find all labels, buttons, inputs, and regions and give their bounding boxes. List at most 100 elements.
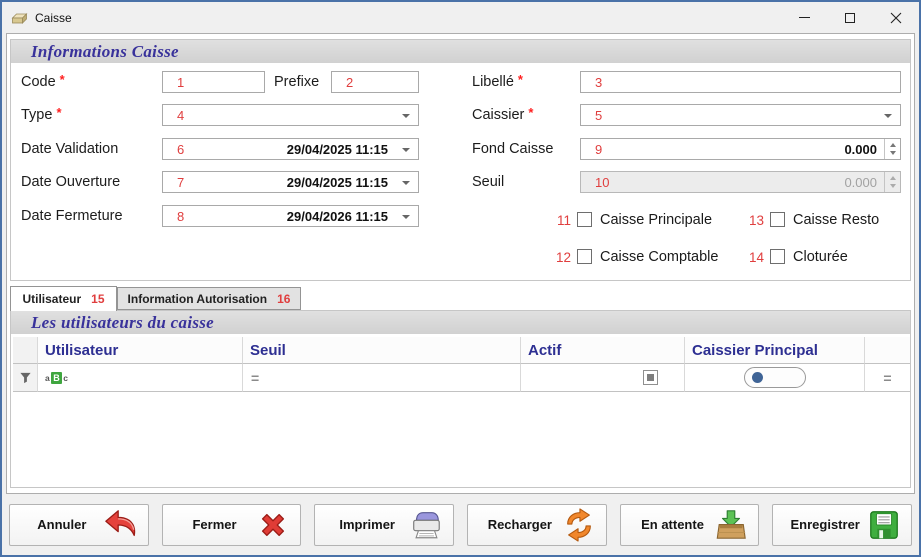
filter-seuil-cell[interactable]: = [243, 364, 521, 392]
code-label: Code* [21, 74, 65, 90]
save-disk-icon [867, 508, 901, 542]
filter-caissier-principal-cell[interactable] [685, 364, 865, 392]
window-title: Caisse [35, 11, 72, 25]
printer-icon [409, 508, 443, 542]
checkbox-num: 14 [740, 250, 764, 265]
users-section: Les utilisateurs du caisse Utilisateur S… [10, 310, 911, 488]
chevron-down-icon [884, 114, 892, 118]
code-input[interactable] [163, 72, 264, 92]
date-ouverture-field[interactable]: 7 29/04/2025 11:15 [162, 171, 419, 193]
seuil-field: 10 0.000 [580, 171, 901, 193]
row-indicator-header [13, 337, 38, 364]
en-attente-button[interactable]: En attente [620, 504, 760, 546]
info-section-title: Informations Caisse [11, 40, 910, 63]
minimize-button[interactable] [781, 2, 827, 33]
equals-filter-icon: = [243, 370, 259, 386]
required-asterisk: * [518, 72, 523, 87]
window-controls [781, 2, 919, 33]
fond-caisse-field[interactable]: 9 0.000 [580, 138, 901, 160]
fond-caisse-label: Fond Caisse [472, 141, 553, 157]
type-label: Type* [21, 107, 62, 123]
table-filter-row: a B c = = [13, 364, 910, 392]
date-fermeture-label: Date Fermeture [21, 208, 123, 224]
tab-utilisateur[interactable]: Utilisateur 15 [10, 286, 117, 311]
spinner-control [884, 172, 900, 192]
filter-actif-cell[interactable] [521, 364, 685, 392]
prefixe-field[interactable] [331, 71, 419, 93]
cloturee-label: Cloturée [793, 249, 848, 265]
required-asterisk: * [528, 105, 533, 120]
date-validation-label: Date Validation [21, 141, 118, 157]
code-field[interactable] [162, 71, 265, 93]
libelle-input[interactable] [581, 72, 900, 92]
filter-extra-cell[interactable]: = [865, 364, 910, 392]
checkbox-num: 13 [740, 213, 764, 228]
chevron-down-icon [402, 148, 410, 152]
prefixe-input[interactable] [332, 72, 418, 92]
caissier-label: Caissier* [472, 107, 533, 123]
indeterminate-checkbox-icon[interactable] [643, 370, 658, 385]
spin-down-icon [890, 151, 896, 155]
tab-information-autorisation[interactable]: Information Autorisation 16 [117, 287, 301, 310]
close-icon [890, 12, 902, 24]
chevron-down-icon [402, 114, 410, 118]
maximize-button[interactable] [827, 2, 873, 33]
maximize-icon [845, 13, 855, 23]
caisse-comptable-label: Caisse Comptable [600, 249, 718, 265]
date-validation-field[interactable]: 6 29/04/2025 11:15 [162, 138, 419, 160]
filter-utilisateur-cell[interactable]: a B c [38, 364, 243, 392]
chevron-down-icon [402, 181, 410, 185]
spin-down-icon [890, 184, 896, 188]
imprimer-button[interactable]: Imprimer [314, 504, 454, 546]
caisse-window: Caisse Informations Caisse Code* [0, 0, 921, 557]
abc-filter-icon: a B c [38, 372, 68, 384]
users-table: Utilisateur Seuil Actif Caissier Princip… [13, 337, 910, 392]
caisse-principale-label: Caisse Principale [600, 212, 712, 228]
inbox-down-arrow-icon [714, 508, 748, 542]
cloturee-checkbox[interactable] [770, 249, 785, 264]
undo-arrow-icon [104, 508, 138, 542]
users-section-title: Les utilisateurs du caisse [11, 311, 910, 334]
required-asterisk: * [60, 72, 65, 87]
checkbox-num: 12 [547, 250, 571, 265]
column-header-utilisateur[interactable]: Utilisateur [38, 337, 243, 364]
toggle-dot-icon [752, 372, 763, 383]
title-bar: Caisse [2, 2, 919, 33]
spin-up-icon [890, 143, 896, 147]
cash-drawer-icon [11, 10, 28, 26]
required-asterisk: * [56, 105, 61, 120]
filter-indicator-cell [13, 364, 38, 392]
checkbox-num: 11 [547, 213, 571, 228]
toggle-switch[interactable] [744, 367, 806, 388]
recharger-button[interactable]: Recharger [467, 504, 607, 546]
filter-funnel-icon [19, 371, 32, 384]
fermer-button[interactable]: Fermer [162, 504, 302, 546]
column-header-extra [865, 337, 910, 364]
main-panel: Informations Caisse Code* Prefixe Libell… [6, 33, 915, 494]
close-button[interactable] [873, 2, 919, 33]
date-ouverture-label: Date Ouverture [21, 174, 120, 190]
refresh-icon [562, 508, 596, 542]
caissier-combo[interactable]: 5 [580, 104, 901, 126]
prefixe-label: Prefixe [274, 74, 319, 90]
spinner-control[interactable] [884, 139, 900, 159]
libelle-field[interactable] [580, 71, 901, 93]
red-x-icon [256, 508, 290, 542]
minimize-icon [799, 17, 810, 18]
column-header-seuil[interactable]: Seuil [243, 337, 521, 364]
caisse-resto-checkbox[interactable] [770, 212, 785, 227]
column-header-caissier-principal[interactable]: Caissier Principal [685, 337, 865, 364]
caisse-resto-label: Caisse Resto [793, 212, 879, 228]
enregistrer-button[interactable]: Enregistrer [772, 504, 912, 546]
caisse-comptable-checkbox[interactable] [577, 249, 592, 264]
caisse-principale-checkbox[interactable] [577, 212, 592, 227]
equals-filter-icon: = [883, 370, 891, 386]
column-header-actif[interactable]: Actif [521, 337, 685, 364]
libelle-label: Libellé* [472, 74, 523, 90]
type-combo[interactable]: 4 [162, 104, 419, 126]
date-fermeture-field[interactable]: 8 29/04/2026 11:15 [162, 205, 419, 227]
chevron-down-icon [402, 215, 410, 219]
spin-up-icon [890, 176, 896, 180]
annuler-button[interactable]: Annuler [9, 504, 149, 546]
seuil-label: Seuil [472, 174, 504, 190]
